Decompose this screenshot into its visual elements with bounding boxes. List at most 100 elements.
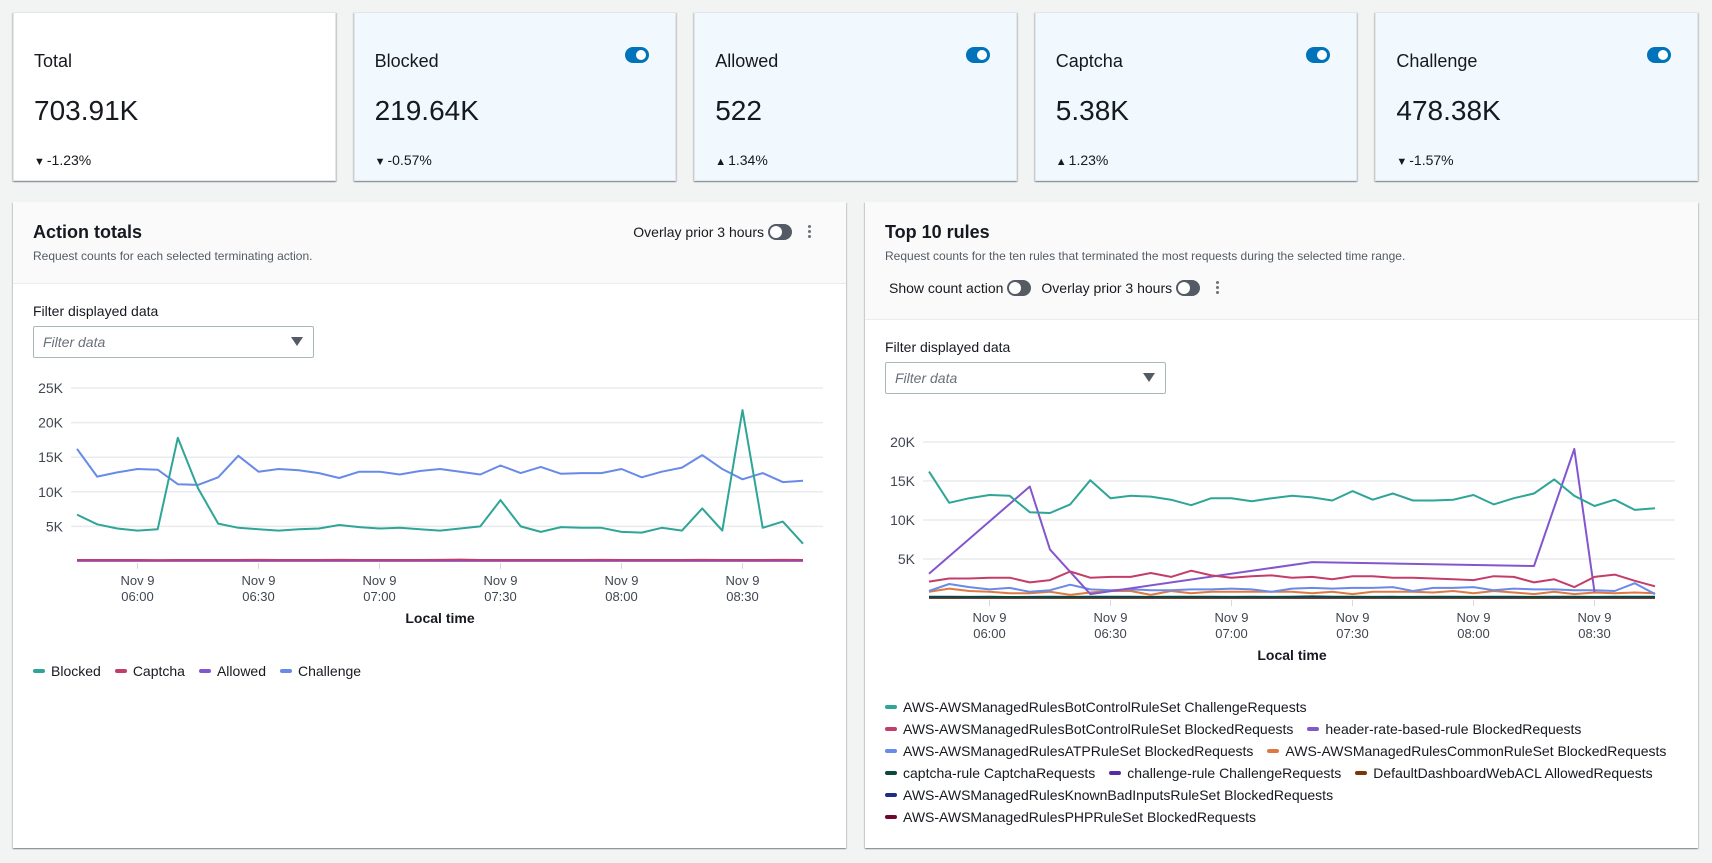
legend-item[interactable]: Allowed bbox=[198, 660, 266, 682]
card-value: 522 bbox=[715, 95, 762, 126]
legend-item[interactable]: AWS-AWSManagedRulesBotControlRuleSet Blo… bbox=[885, 718, 1293, 740]
card-title: Captcha bbox=[1055, 51, 1123, 71]
show-count-label: Show count action bbox=[889, 279, 1004, 296]
action-totals-panel: Action totals Request counts for each se… bbox=[13, 202, 846, 848]
caret-down-icon bbox=[1143, 373, 1155, 382]
action-totals-legend: Blocked Captcha Allowed Challenge bbox=[33, 660, 375, 682]
legend-label: AWS-AWSManagedRulesKnownBadInputsRuleSet… bbox=[903, 787, 1334, 803]
y-tick-label: 20K bbox=[38, 415, 64, 431]
legend-label: Captcha bbox=[132, 663, 185, 679]
x-tick-label: Nov 9 bbox=[484, 573, 518, 588]
caret-down-icon bbox=[291, 337, 303, 346]
y-tick-label: 10K bbox=[38, 484, 64, 500]
panel-title: Top 10 rules bbox=[885, 222, 990, 242]
legend-swatch-icon bbox=[114, 669, 127, 673]
series-line[interactable] bbox=[76, 409, 804, 545]
y-tick-label: 20K bbox=[890, 434, 916, 450]
legend-row: AWS-AWSManagedRulesPHPRuleSet BlockedReq… bbox=[885, 806, 1680, 828]
x-tick-label: Nov 9 bbox=[1457, 610, 1491, 625]
filter-select[interactable]: Filter data bbox=[885, 362, 1166, 394]
y-tick-label: 10K bbox=[890, 512, 916, 528]
x-tick-label: Nov 9 bbox=[242, 573, 276, 588]
legend-item[interactable]: AWS-AWSManagedRulesCommonRuleSet Blocked… bbox=[1267, 740, 1666, 762]
challenge-toggle[interactable] bbox=[1646, 47, 1671, 63]
legend-swatch-icon bbox=[33, 669, 45, 673]
legend-label: captcha-rule CaptchaRequests bbox=[903, 765, 1096, 781]
more-options-icon[interactable] bbox=[802, 223, 816, 240]
legend-label: header-rate-based-rule BlockedRequests bbox=[1325, 721, 1582, 737]
x-tick-label: Nov 9 bbox=[363, 573, 397, 588]
card-value: 703.91K bbox=[34, 95, 139, 126]
legend-item[interactable]: AWS-AWSManagedRulesKnownBadInputsRuleSet… bbox=[885, 784, 1333, 806]
trend-up-icon: ▲ bbox=[715, 156, 727, 168]
y-tick-label: 5K bbox=[46, 518, 64, 534]
legend-swatch-icon bbox=[280, 669, 292, 673]
legend-row: AWS-AWSManagedRulesBotControlRuleSet Cha… bbox=[885, 696, 1680, 718]
panel-header: Top 10 rules Request counts for the ten … bbox=[865, 202, 1698, 320]
captcha-toggle[interactable] bbox=[1306, 47, 1331, 63]
panel-description: Request counts for each selected termina… bbox=[33, 249, 313, 263]
card-delta: ▼ -0.57% bbox=[375, 152, 432, 168]
x-tick-label: Nov 9 bbox=[1094, 610, 1128, 625]
blocked-toggle[interactable] bbox=[625, 47, 650, 63]
more-options-icon[interactable] bbox=[1210, 279, 1224, 296]
trend-down-icon: ▼ bbox=[374, 156, 386, 168]
y-tick-label: 5K bbox=[898, 551, 916, 567]
delta-value: 1.23% bbox=[1068, 152, 1109, 168]
overlay-label: Overlay prior 3 hours bbox=[1041, 279, 1173, 296]
delta-value: -1.23% bbox=[46, 152, 92, 168]
legend-item[interactable]: AWS-AWSManagedRulesBotControlRuleSet Cha… bbox=[885, 696, 1307, 718]
filter-placeholder: Filter data bbox=[43, 334, 106, 350]
y-tick-label: 15K bbox=[38, 449, 64, 465]
legend-swatch-icon bbox=[885, 793, 897, 797]
card-challenge: Challenge 478.38K ▼ -1.57% bbox=[1375, 12, 1698, 181]
panel-description: Request counts for the ten rules that te… bbox=[885, 249, 1406, 263]
card-delta: ▲ 1.23% bbox=[1056, 152, 1109, 168]
legend-item[interactable]: Challenge bbox=[280, 660, 361, 682]
legend-label: Challenge bbox=[298, 663, 362, 679]
legend-swatch-icon bbox=[1267, 749, 1280, 753]
legend-item[interactable]: header-rate-based-rule BlockedRequests bbox=[1307, 718, 1581, 740]
overlay-toggle[interactable] bbox=[1176, 279, 1201, 296]
legend-item[interactable]: Blocked bbox=[33, 660, 101, 682]
x-axis-label: Local time bbox=[405, 610, 474, 626]
legend-label: Blocked bbox=[51, 663, 101, 679]
series-line[interactable] bbox=[928, 471, 1656, 514]
overlay-toggle[interactable] bbox=[768, 223, 792, 240]
filter-select[interactable]: Filter data bbox=[33, 326, 314, 358]
x-axis-label: Local time bbox=[1257, 647, 1326, 663]
series-line[interactable] bbox=[76, 448, 804, 486]
series-line[interactable] bbox=[928, 569, 1656, 589]
legend-label: AWS-AWSManagedRulesATPRuleSet BlockedReq… bbox=[903, 743, 1254, 759]
card-allowed: Allowed 522 ▲ 1.34% bbox=[694, 12, 1017, 181]
legend-label: AWS-AWSManagedRulesBotControlRuleSet Blo… bbox=[903, 721, 1294, 737]
legend-swatch-icon bbox=[885, 705, 897, 709]
delta-value: -0.57% bbox=[387, 152, 432, 168]
card-title: Allowed bbox=[715, 51, 779, 71]
legend-swatch-icon bbox=[885, 749, 897, 753]
filter-label: Filter displayed data bbox=[33, 303, 159, 319]
legend-item[interactable]: challenge-rule ChallengeRequests bbox=[1109, 762, 1341, 784]
panel-header: Action totals Request counts for each se… bbox=[13, 202, 846, 284]
trend-down-icon: ▼ bbox=[34, 156, 45, 168]
legend-item[interactable]: DefaultDashboardWebACL AllowedRequests bbox=[1355, 762, 1653, 784]
trend-up-icon: ▲ bbox=[1055, 156, 1067, 168]
legend-item[interactable]: AWS-AWSManagedRulesPHPRuleSet BlockedReq… bbox=[885, 806, 1256, 828]
legend-row: AWS-AWSManagedRulesBotControlRuleSet Blo… bbox=[885, 718, 1680, 740]
delta-value: 1.34% bbox=[728, 152, 768, 168]
allowed-toggle[interactable] bbox=[965, 47, 990, 63]
legend-item[interactable]: captcha-rule CaptchaRequests bbox=[885, 762, 1095, 784]
legend-item[interactable]: AWS-AWSManagedRulesATPRuleSet BlockedReq… bbox=[885, 740, 1253, 762]
overlay-label: Overlay prior 3 hours bbox=[633, 223, 764, 240]
x-tick-label: 07:00 bbox=[1215, 626, 1248, 641]
card-value: 5.38K bbox=[1055, 95, 1129, 126]
series-line[interactable] bbox=[929, 595, 1655, 598]
card-total: Total 703.91K ▼ -1.23% bbox=[13, 12, 336, 181]
series-line[interactable] bbox=[77, 558, 804, 562]
legend-item[interactable]: Captcha bbox=[114, 660, 185, 682]
series-line[interactable] bbox=[928, 448, 1596, 596]
legend-swatch-icon bbox=[1109, 771, 1122, 775]
show-count-toggle[interactable] bbox=[1007, 279, 1032, 296]
legend-swatch-icon bbox=[1355, 771, 1368, 775]
legend-swatch-icon bbox=[885, 771, 897, 775]
